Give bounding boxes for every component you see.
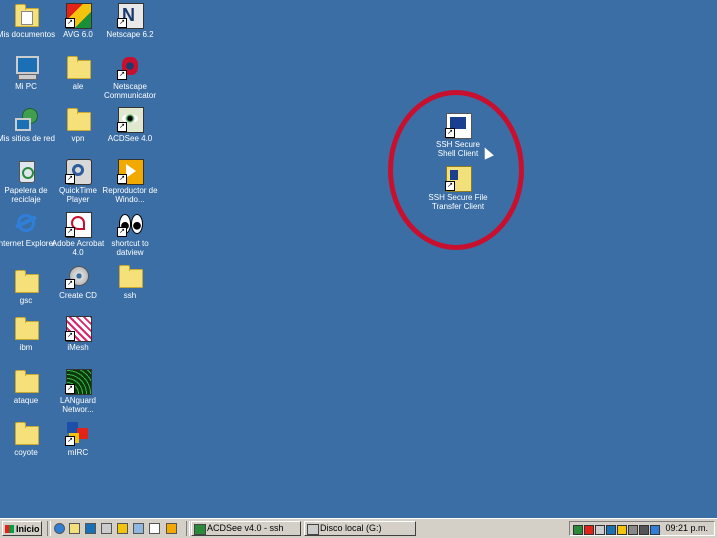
icon-label: ale	[72, 82, 84, 91]
icon-label: LANguard Networ...	[59, 396, 97, 414]
netscape-communicator-icon: ↗	[117, 54, 143, 80]
desktop-icon-ale[interactable]: ale	[48, 54, 108, 91]
folder-icon	[65, 54, 91, 80]
media-player-icon: ↗	[117, 158, 144, 185]
icon-label: QuickTime Player	[59, 186, 97, 204]
icon-label: iMesh	[67, 343, 89, 352]
tray-icon[interactable]	[650, 525, 660, 535]
desktop-icon-quicktime[interactable]: ↗ QuickTime Player	[48, 158, 108, 204]
icon-label: ssh	[123, 291, 137, 300]
taskbar-task-acdsee[interactable]: ACDSee v4.0 - ssh	[191, 521, 301, 536]
computer-icon	[13, 54, 39, 80]
icon-label: shortcut to datview	[111, 239, 149, 257]
desktop-icon-acrobat[interactable]: ↗ Adobe Acrobat 4.0	[48, 211, 108, 257]
tray-icon[interactable]	[573, 525, 583, 535]
highlight-circle	[388, 90, 524, 250]
quicktime-icon: ↗	[65, 158, 92, 185]
icon-label: vpn	[71, 134, 85, 143]
imesh-icon: ↗	[65, 315, 92, 342]
avg-icon: ↗	[65, 2, 92, 29]
icon-label: Create CD	[59, 291, 97, 300]
folder-icon	[13, 315, 39, 341]
folder-icon	[65, 106, 91, 132]
eyes-icon: ↗	[117, 211, 143, 237]
folder-icon	[13, 420, 39, 446]
taskbar: Inicio ACDSee v4.0 - ssh Disco local (G:…	[0, 518, 717, 538]
cd-icon: ↗	[65, 263, 91, 289]
languard-icon: ↗	[65, 368, 92, 395]
system-tray: 09:21 p.m.	[569, 521, 715, 536]
desktop-icon-vpn[interactable]: vpn	[48, 106, 108, 143]
start-button[interactable]: Inicio	[2, 521, 42, 536]
taskbar-separator	[186, 521, 190, 536]
task-label: Disco local (G:)	[320, 523, 382, 533]
documents-folder-icon	[13, 2, 39, 28]
folder-icon	[117, 263, 143, 289]
desktop: Mis documentos Mi PC Mis sitios de red P…	[0, 0, 717, 518]
desktop-icon-ssh[interactable]: ssh	[100, 263, 160, 300]
tray-icon[interactable]	[617, 525, 627, 535]
quicklaunch-icon[interactable]	[133, 523, 144, 534]
folder-icon	[13, 368, 39, 394]
icon-label: Adobe Acrobat 4.0	[51, 239, 105, 257]
taskbar-separator	[47, 521, 51, 536]
show-desktop-icon[interactable]	[85, 523, 96, 534]
folder-icon	[13, 268, 39, 294]
desktop-icon-reproductor[interactable]: ↗ Reproductor de Windo...	[100, 158, 160, 204]
quicklaunch-icon[interactable]	[101, 523, 112, 534]
quicklaunch-icon[interactable]	[166, 523, 177, 534]
windows-logo-icon	[5, 525, 14, 533]
mirc-icon: ↗	[65, 420, 91, 446]
taskbar-task-disco-local[interactable]: Disco local (G:)	[304, 521, 416, 536]
desktop-icon-create-cd[interactable]: ↗ Create CD	[48, 263, 108, 300]
desktop-icon-netscape-62[interactable]: N ↗ Netscape 6.2	[100, 2, 160, 39]
acdsee-task-icon	[194, 524, 206, 535]
tray-icon[interactable]	[628, 525, 638, 535]
desktop-icon-mirc[interactable]: ↗ mIRC	[48, 420, 108, 457]
desktop-icon-acdsee[interactable]: ↗ ACDSee 4.0	[100, 106, 160, 143]
tray-icon[interactable]	[639, 525, 649, 535]
network-places-icon	[13, 106, 39, 132]
quicklaunch-icon[interactable]	[117, 523, 128, 534]
desktop-icon-datview[interactable]: ↗ shortcut to datview	[100, 211, 160, 257]
internet-explorer-icon	[13, 211, 39, 237]
netscape-icon: N ↗	[117, 2, 144, 29]
icon-label: Reproductor de Windo...	[102, 186, 158, 204]
quicklaunch-icon[interactable]	[149, 523, 160, 534]
icon-label: ACDSee 4.0	[107, 134, 153, 143]
tray-icon[interactable]	[584, 525, 594, 535]
desktop-icon-imesh[interactable]: ↗ iMesh	[48, 315, 108, 352]
icon-label: Netscape 6.2	[106, 30, 154, 39]
task-label: ACDSee v4.0 - ssh	[207, 523, 284, 533]
acrobat-icon: ↗	[65, 211, 92, 238]
icon-label: mIRC	[67, 448, 89, 457]
icon-label: Netscape Communicator	[103, 82, 156, 100]
acdsee-icon: ↗	[117, 106, 144, 133]
outlook-icon[interactable]	[69, 523, 80, 534]
tray-icon[interactable]	[595, 525, 605, 535]
tray-icon[interactable]	[606, 525, 616, 535]
desktop-icon-languard[interactable]: ↗ LANguard Networ...	[48, 368, 108, 414]
clock[interactable]: 09:21 p.m.	[665, 522, 708, 535]
icon-label: AVG 6.0	[63, 30, 93, 39]
internet-explorer-icon[interactable]	[54, 523, 65, 534]
desktop-icon-avg[interactable]: ↗ AVG 6.0	[48, 2, 108, 39]
recycle-bin-icon	[13, 158, 39, 184]
drive-task-icon	[307, 524, 319, 535]
desktop-icon-netscape-communicator[interactable]: ↗ Netscape Communicator	[100, 54, 160, 100]
start-label: Inicio	[16, 524, 40, 534]
